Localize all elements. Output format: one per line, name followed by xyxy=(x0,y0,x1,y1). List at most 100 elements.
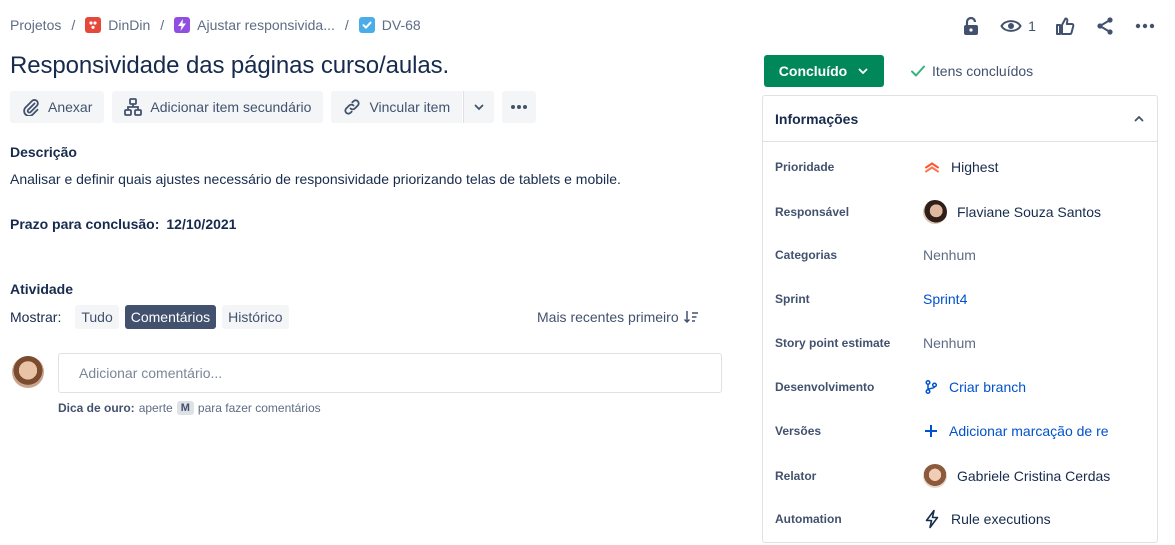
tip-bold: Dica de ouro: xyxy=(58,401,135,415)
field-label: Responsável xyxy=(775,205,850,219)
more-actions-button[interactable] xyxy=(1125,12,1165,40)
sort-toggle[interactable]: Mais recentes primeiro xyxy=(537,309,699,325)
field-value: Flaviane Souza Santos xyxy=(957,204,1101,220)
issue-title[interactable]: Responsividade das páginas curso/aulas. xyxy=(10,52,449,80)
field-value: Nenhum xyxy=(923,335,976,351)
field-categories[interactable]: Categorias Nenhum xyxy=(775,243,1147,267)
field-value: Nenhum xyxy=(923,247,976,263)
project-icon xyxy=(85,17,102,33)
field-value-wrap: Rule executions xyxy=(923,509,1135,529)
filter-history[interactable]: Histórico xyxy=(222,305,289,329)
field-label: Story point estimate xyxy=(775,336,891,350)
lightning-icon xyxy=(925,509,939,529)
status-button[interactable]: Concluído xyxy=(764,55,884,87)
breadcrumb-label: DinDin xyxy=(108,17,151,33)
field-assignee[interactable]: Responsável Flaviane Souza Santos xyxy=(775,200,1147,224)
field-value-wrap: Gabriele Cristina Cerdas xyxy=(923,464,1135,488)
field-story-points[interactable]: Story point estimate Nenhum xyxy=(775,331,1147,355)
field-automation[interactable]: Automation Rule executions xyxy=(775,507,1147,531)
breadcrumb-epic[interactable]: Ajustar responsivida... xyxy=(174,17,335,33)
toolbar-more-button[interactable] xyxy=(502,91,537,123)
like-button[interactable] xyxy=(1045,12,1085,40)
unlock-icon xyxy=(964,16,978,35)
plus-icon xyxy=(925,425,937,437)
breadcrumb-label: Ajustar responsivida... xyxy=(197,17,335,33)
done-items: Itens concluídos xyxy=(910,63,1033,79)
breadcrumb-separator: / xyxy=(344,17,349,33)
branch-icon xyxy=(925,379,938,395)
field-label: Relator xyxy=(775,469,817,483)
share-icon xyxy=(1097,17,1113,35)
paperclip-icon xyxy=(23,99,39,116)
description-heading: Descrição xyxy=(10,144,77,160)
field-priority[interactable]: Prioridade Highest xyxy=(775,155,1147,179)
attach-label: Anexar xyxy=(48,99,93,115)
comment-input[interactable]: Adicionar comentário... xyxy=(58,353,722,393)
field-label: Categorias xyxy=(775,248,838,262)
link-item-button[interactable]: Vincular item xyxy=(331,91,463,123)
priority-highest-icon xyxy=(925,162,939,173)
add-child-label: Adicionar item secundário xyxy=(150,99,312,115)
field-value: Adicionar marcação de re xyxy=(949,423,1109,439)
eye-icon xyxy=(1000,20,1022,32)
show-label: Mostrar: xyxy=(10,309,62,325)
create-branch-link[interactable]: Criar branch xyxy=(923,379,1135,395)
epic-icon xyxy=(174,17,191,33)
field-sprint[interactable]: Sprint Sprint4 xyxy=(775,287,1147,311)
field-label: Sprint xyxy=(775,292,810,306)
more-icon xyxy=(511,105,528,109)
task-icon xyxy=(358,17,375,33)
filter-comments[interactable]: Comentários xyxy=(124,305,217,329)
breadcrumb: Projetos / DinDin / Ajustar responsivida… xyxy=(10,14,421,36)
details-heading: Informações xyxy=(775,110,859,127)
avatar xyxy=(12,356,44,388)
chevron-up-icon xyxy=(1134,115,1144,121)
add-child-button[interactable]: Adicionar item secundário xyxy=(112,91,324,123)
sort-icon xyxy=(683,311,698,324)
details-header[interactable]: Informações xyxy=(763,96,1157,142)
tip-pre: aperte xyxy=(138,401,173,415)
status-label: Concluído xyxy=(778,63,848,79)
link-item-dropdown[interactable] xyxy=(463,91,495,123)
field-value[interactable]: Sprint4 xyxy=(923,291,1135,307)
chevron-down-icon xyxy=(474,104,484,111)
field-label: Automation xyxy=(775,512,842,526)
details-panel: Informações Prioridade Highest Responsáv… xyxy=(762,95,1158,543)
field-reporter[interactable]: Relator Gabriele Cristina Cerdas xyxy=(775,464,1147,488)
comment-tip: Dica de ouro: aperte M para fazer coment… xyxy=(58,401,321,415)
description-text[interactable]: Analisar e definir quais ajustes necessá… xyxy=(10,171,621,187)
field-development[interactable]: Desenvolvimento Criar branch xyxy=(775,375,1147,399)
field-label: Desenvolvimento xyxy=(775,380,875,394)
avatar xyxy=(923,464,947,488)
tip-post: para fazer comentários xyxy=(197,401,321,415)
breadcrumb-issue[interactable]: DV-68 xyxy=(358,17,421,33)
breadcrumb-projects[interactable]: Projetos xyxy=(10,17,61,33)
filter-all[interactable]: Tudo xyxy=(75,305,119,329)
activity-filter: Mostrar: Tudo Comentários Histórico xyxy=(10,305,289,329)
watch-count: 1 xyxy=(1028,18,1036,34)
breadcrumb-project[interactable]: DinDin xyxy=(85,17,150,33)
hierarchy-icon xyxy=(124,98,143,116)
issue-toolbar: Anexar Adicionar item secundário Vincula… xyxy=(10,91,537,123)
sort-label: Mais recentes primeiro xyxy=(537,309,679,325)
lock-button[interactable] xyxy=(951,12,991,40)
breadcrumb-label: DV-68 xyxy=(381,17,421,33)
done-label: Itens concluídos xyxy=(932,63,1034,79)
field-value: Rule executions xyxy=(951,511,1051,527)
watch-button[interactable]: 1 xyxy=(991,12,1045,40)
field-value: Gabriele Cristina Cerdas xyxy=(957,468,1111,484)
breadcrumb-separator: / xyxy=(71,17,76,33)
field-value-wrap: Highest xyxy=(923,159,1135,175)
field-versions[interactable]: Versões Adicionar marcação de re xyxy=(775,419,1147,443)
link-icon xyxy=(344,99,361,115)
link-item-label: Vincular item xyxy=(369,99,451,115)
field-value-wrap: Flaviane Souza Santos xyxy=(923,200,1135,224)
avatar xyxy=(923,200,947,224)
add-version-link[interactable]: Adicionar marcação de re xyxy=(923,423,1135,439)
shortcut-key: M xyxy=(176,401,194,415)
share-button[interactable] xyxy=(1085,12,1125,40)
issue-actions: 1 xyxy=(951,12,1165,40)
attach-button[interactable]: Anexar xyxy=(10,91,105,123)
breadcrumb-separator: / xyxy=(160,17,165,33)
deadline-label: Prazo para conclusão: xyxy=(10,216,160,232)
